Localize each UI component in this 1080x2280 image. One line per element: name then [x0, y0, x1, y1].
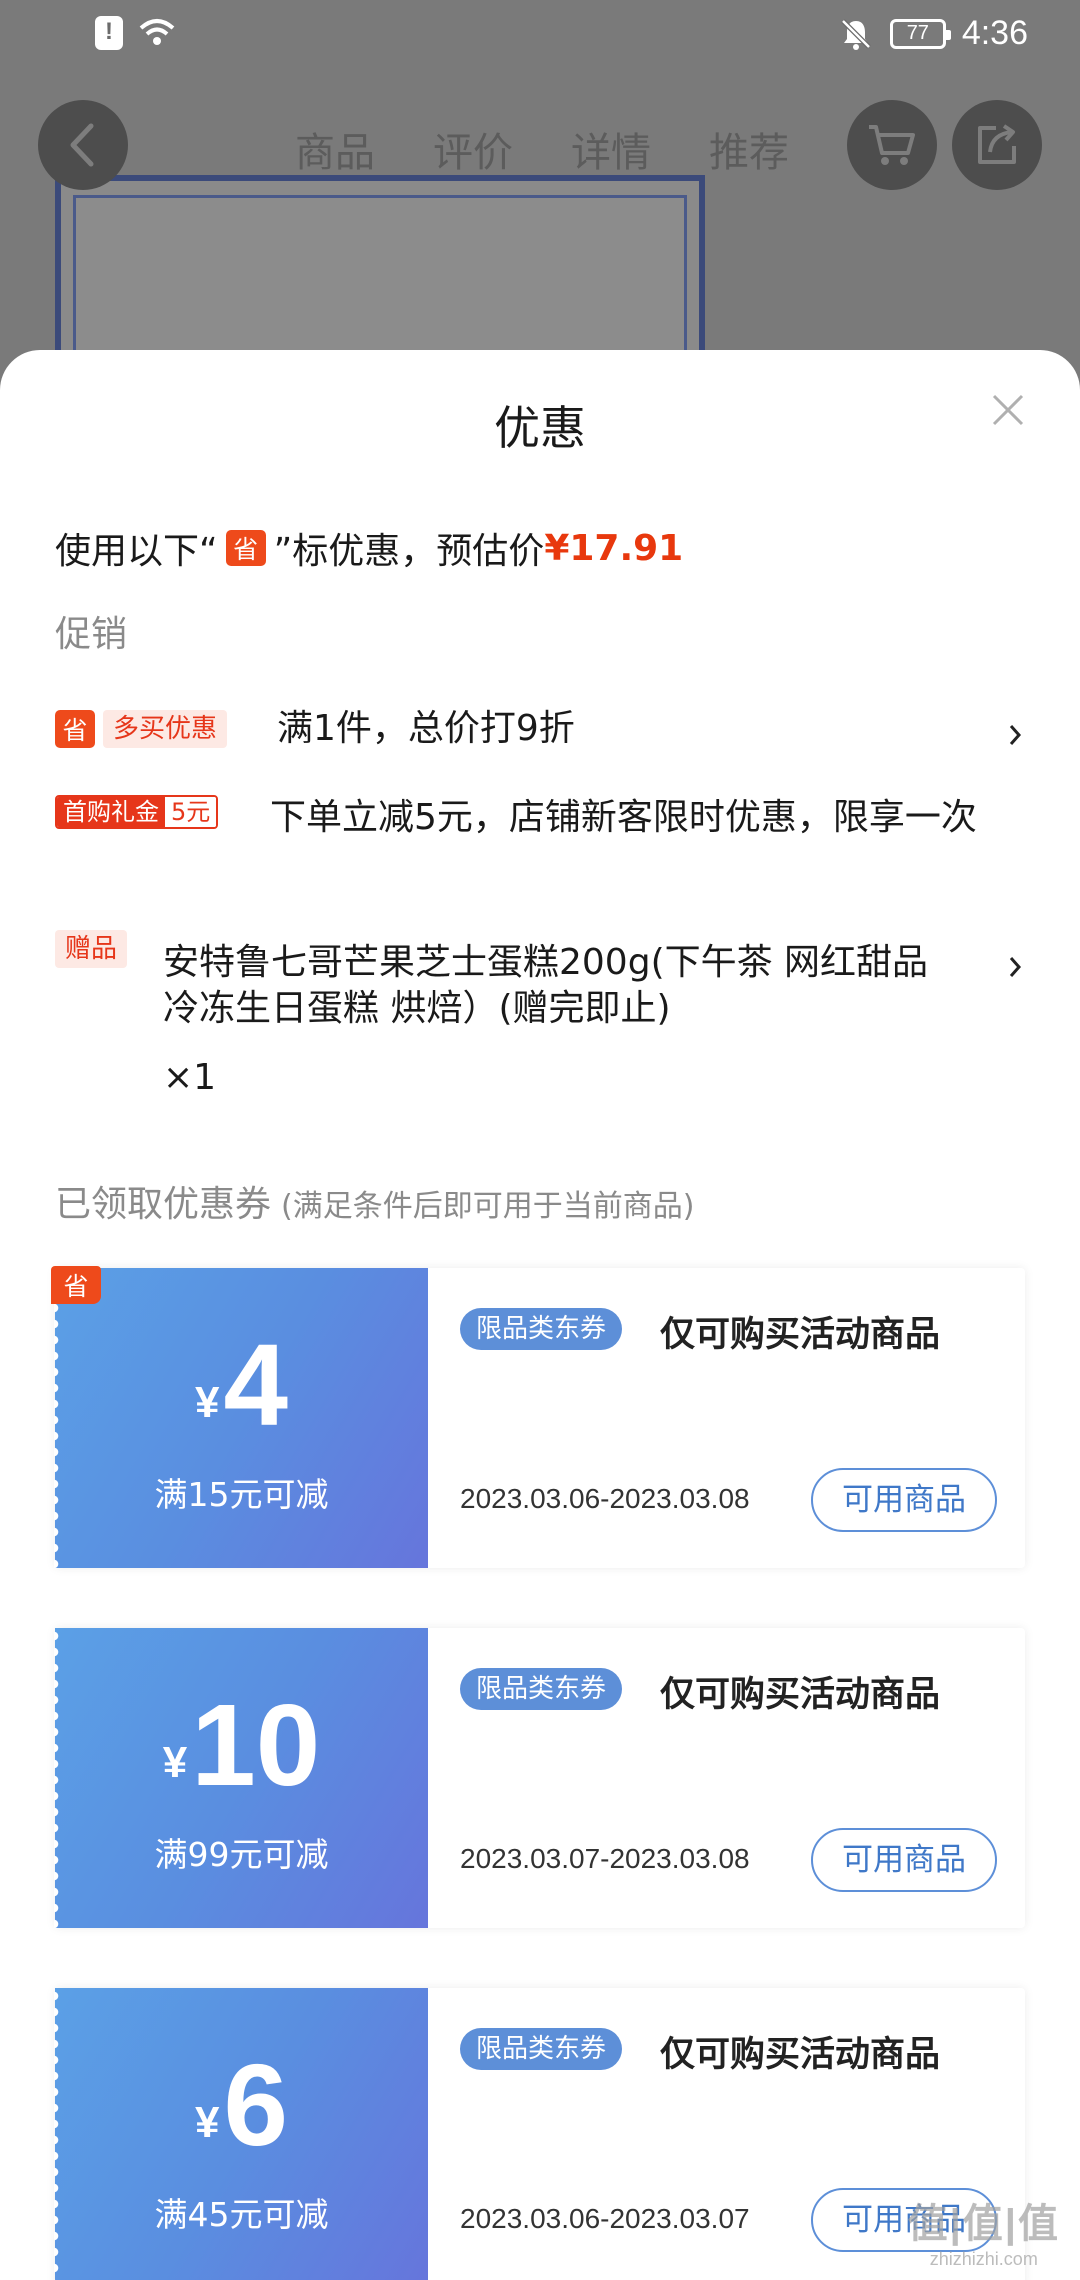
available-products-button[interactable]: 可用商品 — [811, 1468, 997, 1532]
clock: 4:36 — [961, 14, 1028, 52]
share-button[interactable] — [952, 100, 1042, 190]
coupon-amount-panel: ¥6 满45元可减 — [54, 1988, 428, 2280]
battery-indicator: 77 — [889, 18, 951, 49]
claimed-coupons-label: 已领取优惠券 — [55, 1184, 272, 1225]
currency-symbol: ¥ — [195, 1378, 220, 1427]
gift-tag: 赠品 — [55, 930, 128, 968]
chevron-left-icon — [70, 123, 94, 167]
coupon-condition: 满99元可减 — [154, 1835, 329, 1874]
available-products-button[interactable]: 可用商品 — [811, 1828, 997, 1892]
gift-text: 安特鲁七哥芒果芝士蛋糕200g(下午茶 网红甜品 冷冻生日蛋糕 烘焙）(赠完即止… — [163, 942, 929, 1029]
status-bar: 77 4:36 — [0, 0, 1080, 72]
promo-gift[interactable]: 赠品 安特鲁七哥芒果芝士蛋糕200g(下午茶 网红甜品 冷冻生日蛋糕 烘焙）(赠… — [55, 930, 1025, 1110]
claimed-coupons-sub: (满足条件后即可用于当前商品) — [281, 1189, 695, 1224]
save-badge: 省 — [225, 530, 266, 566]
tab-reviews[interactable]: 评价 — [433, 120, 513, 178]
coupon-validity: 2023.03.06-2023.03.07 — [460, 2203, 750, 2234]
tab-recommend[interactable]: 推荐 — [709, 120, 789, 178]
coupon-type-badge: 限品类东券 — [460, 1668, 623, 1710]
mute-bell-icon — [841, 18, 871, 50]
promo-text: 满1件，总价打9折 — [277, 708, 575, 749]
cart-button[interactable] — [847, 100, 937, 190]
coupon-type-badge: 限品类东券 — [460, 1308, 623, 1350]
promo-tag: 多买优惠 — [103, 710, 228, 748]
coupon-condition: 满45元可减 — [154, 2195, 329, 2234]
promo-text: 下单立减5元，店铺新客限时优惠，限享一次 — [270, 797, 977, 838]
product-nav-bar: 商品 评价 详情 推荐 — [0, 100, 1080, 196]
estimated-price: ¥17.91 — [544, 527, 684, 569]
watermark-logo: 值|值|值 — [907, 2202, 1060, 2246]
coupon-amount: 10 — [191, 1680, 321, 1810]
summary-prefix: 使用以下“ — [55, 531, 218, 572]
sheet-title: 优惠 — [494, 401, 586, 455]
estimated-price-summary: 使用以下“ 省 ”标优惠，预估价 ¥17.91 — [55, 522, 683, 574]
cart-icon — [869, 125, 915, 165]
promo-section-label: 促销 — [55, 614, 128, 655]
coupon-card: ¥4 满15元可减 省 仅可购买活动商品 限品类东券 2023.03.06-20… — [51, 1266, 1025, 1568]
currency-symbol: ¥ — [162, 1738, 188, 1787]
wifi-icon — [139, 19, 175, 45]
coupon-card: ¥10 满99元可减 仅可购买活动商品 限品类东券 2023.03.07-202… — [54, 1628, 1025, 1928]
coupon-type-badge: 限品类东券 — [460, 2028, 623, 2070]
back-button[interactable] — [38, 100, 128, 190]
site-watermark: 值|值|值 zhizhizhi.com — [908, 2191, 1060, 2270]
share-icon — [978, 124, 1016, 164]
coupon-amount-panel: ¥10 满99元可减 — [54, 1628, 428, 1928]
watermark-url: zhizhizhi.com — [929, 2249, 1038, 2269]
tab-details[interactable]: 详情 — [571, 120, 651, 178]
coupon-card: ¥6 满45元可减 仅可购买活动商品 限品类东券 2023.03.06-2023… — [54, 1988, 1025, 2280]
save-badge: 省 — [51, 1266, 101, 1304]
chevron-right-icon — [1009, 957, 1022, 977]
save-badge: 省 — [55, 710, 95, 748]
summary-suffix: ”标优惠，预估价 — [273, 531, 545, 572]
coupon-amount: 6 — [223, 2040, 288, 2170]
claimed-coupons-header: 已领取优惠券 (满足条件后即可用于当前商品) — [55, 1175, 694, 1227]
coupon-condition: 满15元可减 — [154, 1475, 329, 1514]
chevron-right-icon — [1009, 725, 1022, 745]
coupon-validity: 2023.03.07-2023.03.08 — [460, 1843, 750, 1874]
coupon-amount: 4 — [223, 1320, 288, 1450]
first-purchase-tag: 首购礼金 5元 — [55, 795, 219, 829]
currency-symbol: ¥ — [195, 2098, 220, 2147]
coupon-amount-panel: ¥4 满15元可减 — [54, 1268, 428, 1568]
gift-quantity: ×1 — [163, 1057, 217, 1098]
tab-product[interactable]: 商品 — [295, 120, 375, 178]
discount-sheet: 优惠 使用以下“ 省 ”标优惠，预估价 ¥17.91 促销 省 多买优惠 满1件… — [0, 350, 1080, 2280]
promo-first-purchase: 首购礼金 5元 下单立减5元，店铺新客限时优惠，限享一次 — [55, 795, 1025, 895]
product-tabs: 商品 评价 详情 推荐 — [295, 120, 789, 178]
alert-icon — [95, 16, 123, 50]
coupon-validity: 2023.03.06-2023.03.08 — [460, 1483, 750, 1514]
close-icon[interactable] — [984, 386, 1032, 434]
promo-multi-buy[interactable]: 省 多买优惠 满1件，总价打9折 — [55, 708, 1025, 760]
